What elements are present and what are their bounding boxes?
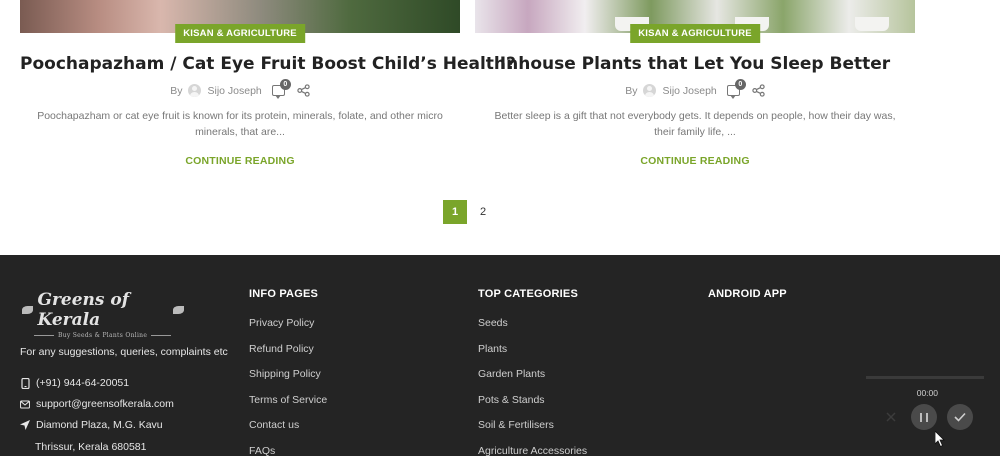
phone-number[interactable]: (+91) 944-64-20051: [36, 377, 129, 389]
comment-count: 0: [279, 79, 291, 90]
contact-email: support@greensofkerala.com: [20, 398, 174, 410]
top-categories-heading: TOP CATEGORIES: [478, 288, 578, 300]
category-badge[interactable]: KISAN & AGRICULTURE: [175, 24, 305, 43]
page-2-button[interactable]: 2: [471, 200, 495, 224]
comment-count: 0: [734, 79, 746, 90]
post-excerpt: Better sleep is a gift that not everybod…: [494, 110, 896, 138]
address-line-1: Diamond Plaza, M.G. Kavu: [36, 419, 163, 431]
address-line-2: Thrissur, Kerala 680581: [35, 441, 147, 453]
footer-link-refund-policy[interactable]: Refund Policy: [249, 343, 327, 369]
phone-icon: [20, 377, 30, 389]
footer-suggest-text: For any suggestions, queries, complaints…: [20, 346, 228, 358]
pagination: 1 2: [443, 200, 495, 224]
footer-logo[interactable]: Greens of Kerala Buy Seeds & Plants Onli…: [22, 290, 184, 339]
plant-pot: [855, 17, 889, 31]
by-label: By: [625, 84, 638, 97]
info-pages-heading: INFO PAGES: [249, 288, 319, 300]
leaf-icon: [172, 306, 184, 314]
contact-address: Diamond Plaza, M.G. Kavu: [20, 419, 163, 431]
recorder-progress-bar: [866, 376, 984, 379]
footer-link-seeds[interactable]: Seeds: [478, 317, 587, 343]
screen-recorder-widget: 00:00: [866, 376, 984, 436]
footer-link-agriculture-accessories[interactable]: Agriculture Accessories: [478, 445, 587, 456]
mail-icon: [20, 399, 30, 410]
continue-reading-link[interactable]: CONTINUE READING: [475, 155, 915, 167]
footer-link-terms-of-service[interactable]: Terms of Service: [249, 394, 327, 420]
author-link[interactable]: Sijo Joseph: [662, 85, 716, 97]
footer-link-garden-plants[interactable]: Garden Plants: [478, 368, 587, 394]
footer-link-faqs[interactable]: FAQs: [249, 445, 327, 456]
post-meta: By Sijo Joseph 0: [475, 79, 915, 99]
android-app-heading: ANDROID APP: [708, 288, 787, 300]
post-meta: By Sijo Joseph 0: [20, 79, 460, 99]
category-badge[interactable]: KISAN & AGRICULTURE: [630, 24, 760, 43]
footer-top-categories: TOP CATEGORIES Seeds Plants Garden Plant…: [478, 288, 587, 456]
footer-link-privacy-policy[interactable]: Privacy Policy: [249, 317, 327, 343]
avatar-icon: [643, 84, 657, 97]
continue-reading-link[interactable]: CONTINUE READING: [20, 155, 460, 167]
recorder-done-button[interactable]: [947, 404, 973, 430]
footer-link-soil-fertilisers[interactable]: Soil & Fertilisers: [478, 419, 587, 445]
blog-section: KISAN & AGRICULTURE Poochapazham / Cat E…: [0, 0, 1000, 255]
by-label: By: [170, 84, 183, 97]
footer-link-pots-stands[interactable]: Pots & Stands: [478, 394, 587, 420]
footer-link-plants[interactable]: Plants: [478, 343, 587, 369]
comment-icon[interactable]: 0: [726, 79, 746, 99]
comment-icon[interactable]: 0: [271, 79, 291, 99]
contact-phone: (+91) 944-64-20051: [20, 377, 129, 389]
recorder-timer: 00:00: [916, 388, 938, 398]
close-icon: [886, 412, 896, 422]
author-link[interactable]: Sijo Joseph: [207, 85, 261, 97]
logo-tagline: Buy Seeds & Plants Online: [22, 332, 184, 339]
check-icon: [954, 412, 966, 422]
site-footer: Greens of Kerala Buy Seeds & Plants Onli…: [0, 255, 1000, 456]
avatar-icon: [188, 84, 202, 97]
email-address[interactable]: support@greensofkerala.com: [36, 398, 174, 410]
location-icon: [20, 420, 30, 431]
post-excerpt: Poochapazham or cat eye fruit is known f…: [37, 110, 443, 138]
footer-android-app: ANDROID APP: [708, 288, 787, 317]
share-icon[interactable]: [297, 84, 310, 97]
leaf-icon: [22, 306, 34, 314]
post-title[interactable]: Inhouse Plants that Let You Sleep Better: [475, 54, 915, 74]
recorder-pause-button[interactable]: [911, 404, 937, 430]
post-title[interactable]: Poochapazham / Cat Eye Fruit Boost Child…: [20, 54, 516, 74]
cursor-icon: [935, 431, 945, 447]
footer-link-contact-us[interactable]: Contact us: [249, 419, 327, 445]
pause-icon: [920, 412, 928, 422]
footer-info-pages: INFO PAGES Privacy Policy Refund Policy …: [249, 288, 327, 456]
logo-text: Greens of Kerala: [37, 290, 130, 330]
share-icon[interactable]: [752, 84, 765, 97]
recorder-close-button[interactable]: [878, 404, 904, 430]
footer-link-shipping-policy[interactable]: Shipping Policy: [249, 368, 327, 394]
page-1-button[interactable]: 1: [443, 200, 467, 224]
